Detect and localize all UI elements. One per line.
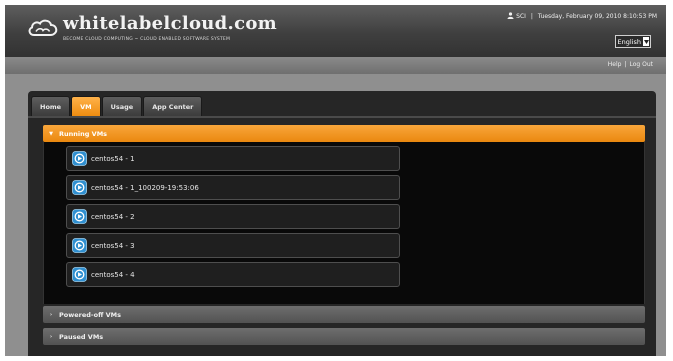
caret-right-icon: › [49,333,53,340]
help-link[interactable]: Help [608,61,622,68]
caret-down-icon: ▼ [49,130,53,137]
caret-right-icon: › [49,311,53,318]
vm-sections: ▼ Running VMs centos54 - 1 centos54 - 1_… [43,125,645,345]
tab-vm[interactable]: VM [71,96,101,117]
logo-wordmark: whitelabelcloud.com [63,13,278,34]
vm-item[interactable]: centos54 - 1_100209-19:53:06 [66,175,400,200]
paused-vms-header[interactable]: › Paused VMs [43,328,645,345]
tab-bar: Home VM Usage App Center [31,96,203,117]
running-vms-title: Running VMs [59,129,108,138]
session-info: SCI | Tuesday, February 09, 2010 8:10:53… [507,12,657,20]
current-datetime: Tuesday, February 09, 2010 8:10:53 PM [537,13,657,20]
chevron-down-icon[interactable] [643,37,649,46]
main-panel: Home VM Usage App Center ▼ Running VMs c… [28,91,656,356]
top-links: Help | Log Out [608,61,653,68]
tab-home[interactable]: Home [31,96,71,117]
vm-name: centos54 - 4 [91,270,135,279]
language-select[interactable]: English [614,35,651,48]
vm-icon [72,238,87,253]
vm-icon [72,267,87,282]
logo[interactable]: whitelabelcloud.com BECOME CLOUD COMPUTI… [27,13,277,49]
vm-icon [72,151,87,166]
vm-icon [72,180,87,195]
cloud-logo-icon [28,19,58,36]
app-window: whitelabelcloud.com BECOME CLOUD COMPUTI… [5,5,666,356]
vm-name: centos54 - 3 [91,241,135,250]
top-links-separator: | [624,61,627,68]
vm-item[interactable]: centos54 - 4 [66,262,400,287]
tab-divider [28,116,656,118]
logout-link[interactable]: Log Out [629,61,653,68]
paused-vms-title: Paused VMs [59,332,104,341]
vm-item[interactable]: centos54 - 1 [66,146,400,171]
user-icon [507,12,514,19]
vm-item[interactable]: centos54 - 2 [66,204,400,229]
tab-app-center[interactable]: App Center [143,96,203,117]
header-bar: whitelabelcloud.com BECOME CLOUD COMPUTI… [5,5,666,57]
running-vms-header[interactable]: ▼ Running VMs [43,125,645,142]
running-vms-body: centos54 - 1 centos54 - 1_100209-19:53:0… [43,142,645,304]
powered-off-vms-title: Powered-off VMs [59,310,121,319]
vm-name: centos54 - 1 [91,154,135,163]
vm-item[interactable]: centos54 - 3 [66,233,400,258]
username: SCI [516,13,526,20]
vm-icon [72,209,87,224]
header-separator: | [530,13,533,20]
top-links-bar: Help | Log Out [5,57,666,74]
logo-tagline: BECOME CLOUD COMPUTING ~ CLOUD ENABLED S… [63,37,231,42]
vm-list: centos54 - 1 centos54 - 1_100209-19:53:0… [66,146,400,291]
tab-usage[interactable]: Usage [101,96,143,117]
powered-off-vms-header[interactable]: › Powered-off VMs [43,306,645,323]
vm-name: centos54 - 2 [91,212,135,221]
language-value: English [617,37,641,46]
vm-name: centos54 - 1_100209-19:53:06 [91,183,199,192]
